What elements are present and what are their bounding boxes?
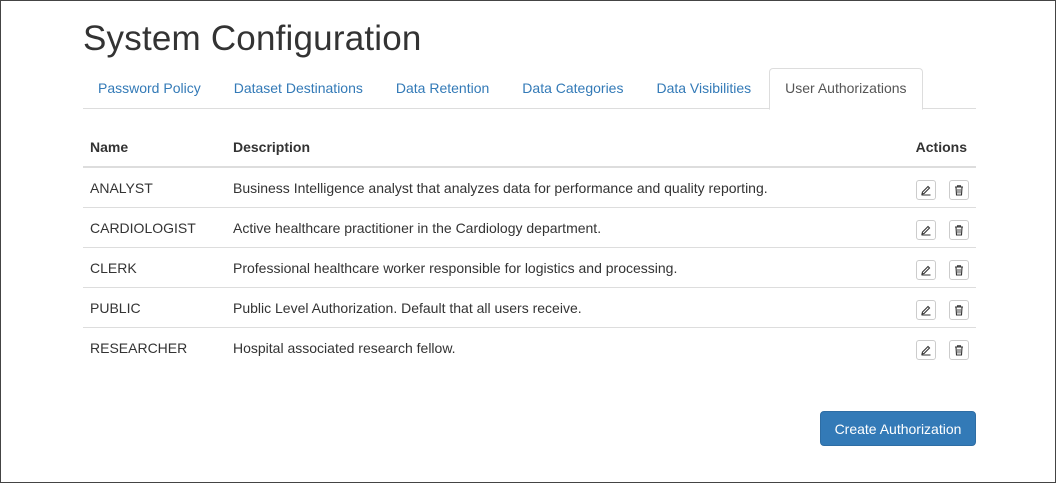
trash-icon [955, 264, 963, 276]
authorization-description: Professional healthcare worker responsib… [226, 247, 886, 288]
create-authorization-button[interactable]: Create Authorization [820, 411, 976, 446]
table-row: ANALYST Business Intelligence analyst th… [83, 167, 976, 208]
edit-icon [921, 225, 931, 235]
trash-icon [955, 344, 963, 356]
edit-button[interactable] [916, 179, 936, 200]
row-actions [886, 328, 976, 368]
authorization-description: Public Level Authorization. Default that… [226, 287, 886, 328]
delete-button[interactable] [949, 299, 969, 320]
table-row: CARDIOLOGIST Active healthcare practitio… [83, 207, 976, 248]
row-actions [886, 167, 976, 208]
config-tabs: Password Policy Dataset Destinations Dat… [83, 68, 976, 110]
edit-icon [921, 305, 931, 315]
authorization-name: CLERK [83, 247, 226, 288]
authorization-description: Active healthcare practitioner in the Ca… [226, 207, 886, 248]
authorization-description: Business Intelligence analyst that analy… [226, 167, 886, 208]
row-actions [886, 287, 976, 328]
edit-button[interactable] [916, 339, 936, 360]
edit-icon [921, 265, 931, 275]
table-header-row: Name Description Actions [83, 128, 976, 168]
table-row: RESEARCHER Hospital associated research … [83, 328, 976, 368]
tab-user-authorizations[interactable]: User Authorizations [769, 68, 923, 110]
delete-button[interactable] [949, 219, 969, 240]
edit-icon [921, 185, 931, 195]
authorization-name: PUBLIC [83, 287, 226, 328]
column-header-name: Name [83, 128, 226, 168]
tab-dataset-destinations[interactable]: Dataset Destinations [219, 68, 378, 109]
authorization-name: CARDIOLOGIST [83, 207, 226, 248]
authorization-description: Hospital associated research fellow. [233, 339, 456, 356]
trash-icon [955, 184, 963, 196]
edit-icon [921, 345, 931, 355]
authorizations-table: Name Description Actions ANALYST Busines… [83, 128, 976, 367]
tab-password-policy[interactable]: Password Policy [83, 68, 216, 109]
column-header-description: Description [226, 128, 886, 168]
authorization-name: ANALYST [83, 167, 226, 208]
tab-data-retention[interactable]: Data Retention [381, 68, 504, 109]
trash-icon [955, 304, 963, 316]
page-title: System Configuration [83, 19, 422, 58]
tab-data-visibilities[interactable]: Data Visibilities [641, 68, 766, 109]
edit-button[interactable] [916, 299, 936, 320]
tab-data-categories[interactable]: Data Categories [507, 68, 638, 109]
authorization-name: RESEARCHER [90, 339, 188, 356]
table-row: PUBLIC Public Level Authorization. Defau… [83, 287, 976, 328]
trash-icon [955, 224, 963, 236]
delete-button[interactable] [949, 339, 969, 360]
row-actions [886, 207, 976, 248]
column-header-actions: Actions [886, 128, 976, 168]
row-actions [886, 247, 976, 288]
table-row: CLERK Professional healthcare worker res… [83, 247, 976, 288]
edit-button[interactable] [916, 259, 936, 280]
delete-button[interactable] [949, 259, 969, 280]
edit-button[interactable] [916, 219, 936, 240]
delete-button[interactable] [949, 179, 969, 200]
